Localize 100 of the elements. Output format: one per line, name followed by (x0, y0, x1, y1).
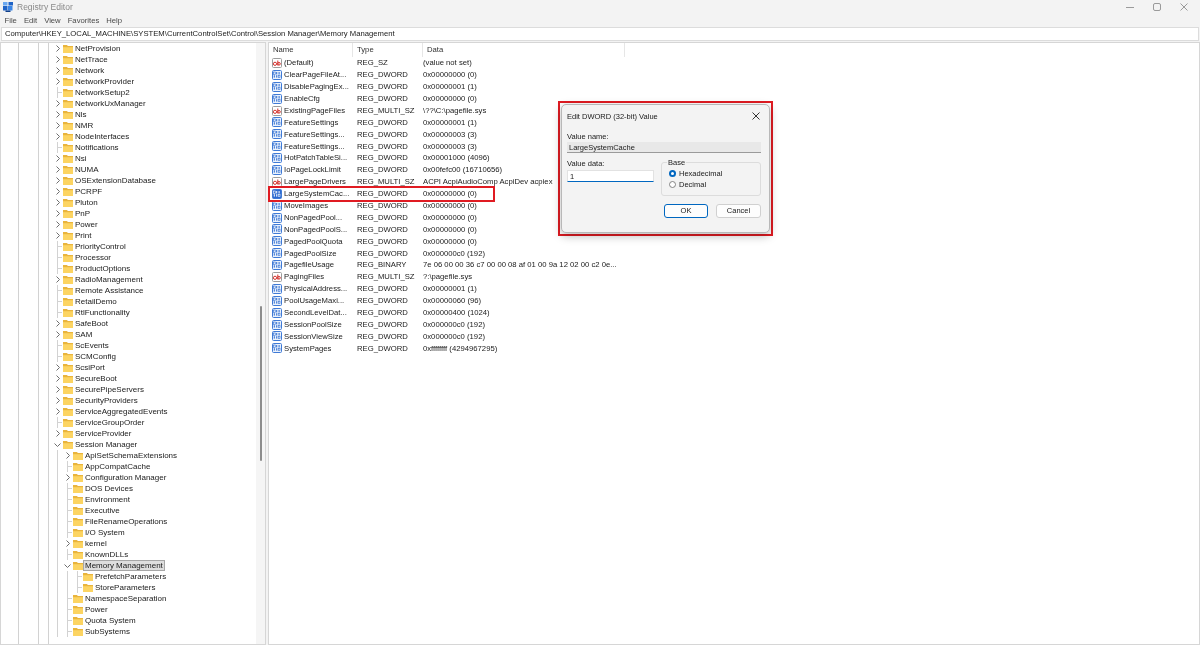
chevron-icon[interactable] (55, 276, 60, 283)
minimize-icon[interactable] (1126, 6, 1134, 8)
tree-item[interactable]: SubSystems (83, 626, 132, 637)
tree-item[interactable]: AppCompatCache (83, 461, 153, 472)
folder-icon (63, 264, 73, 273)
chevron-icon[interactable] (54, 442, 61, 447)
tree-item[interactable]: Print (73, 230, 94, 241)
folder-icon (63, 187, 73, 196)
tree-item[interactable]: ServiceGroupOrder (73, 417, 147, 428)
tree-item[interactable]: NMR (73, 120, 96, 131)
tree-item[interactable]: Processor (73, 252, 113, 263)
tree-item[interactable]: SafeBoot (73, 318, 110, 329)
chevron-icon[interactable] (64, 563, 71, 568)
tree-item[interactable]: Executive (83, 505, 122, 516)
tree-item[interactable]: PCRPF (73, 186, 105, 197)
tree-item[interactable]: ScsiPort (73, 362, 107, 373)
tree-item[interactable]: PrefetchParameters (93, 571, 169, 582)
chevron-icon[interactable] (55, 408, 60, 415)
chevron-icon[interactable] (55, 221, 60, 228)
tree-item[interactable]: Environment (83, 494, 132, 505)
tree-item[interactable]: NetProvision (73, 43, 123, 54)
chevron-icon[interactable] (55, 78, 60, 85)
chevron-icon[interactable] (55, 166, 60, 173)
tree-item[interactable]: Network (73, 65, 107, 76)
tree-item[interactable]: Session Manager (73, 439, 140, 450)
tree-item[interactable]: Configuration Manager (83, 472, 169, 483)
tree-item[interactable]: SecurityProviders (73, 395, 140, 406)
chevron-icon[interactable] (65, 540, 70, 547)
chevron-icon[interactable] (55, 386, 60, 393)
tree-item[interactable]: DOS Devices (83, 483, 135, 494)
chevron-icon[interactable] (55, 67, 60, 74)
folder-icon (63, 297, 73, 306)
tree-item[interactable]: NUMA (73, 164, 101, 175)
chevron-icon[interactable] (55, 375, 60, 382)
tree-item[interactable]: SecureBoot (73, 373, 119, 384)
tree-item[interactable]: FileRenameOperations (83, 516, 170, 527)
tree-item[interactable]: RetailDemo (73, 296, 119, 307)
chevron-icon[interactable] (55, 155, 60, 162)
chevron-icon[interactable] (55, 177, 60, 184)
tree-item[interactable]: PnP (73, 208, 93, 219)
chevron-icon[interactable] (55, 320, 60, 327)
scrollbar-thumb[interactable] (260, 306, 262, 461)
chevron-icon[interactable] (55, 56, 60, 63)
radio-icon[interactable] (669, 181, 676, 188)
chevron-icon[interactable] (55, 188, 60, 195)
tree-item[interactable]: ScEvents (73, 340, 111, 351)
chevron-icon[interactable] (55, 111, 60, 118)
tree-item[interactable]: KnownDLLs (83, 549, 131, 560)
folder-icon (73, 462, 83, 471)
chevron-icon[interactable] (55, 232, 60, 239)
chevron-icon[interactable] (55, 122, 60, 129)
tree-item[interactable]: Quota System (83, 615, 138, 626)
folder-icon (63, 121, 73, 130)
tree-item[interactable]: RtlFunctionality (73, 307, 132, 318)
chevron-icon[interactable] (55, 199, 60, 206)
tree-item[interactable]: NetworkUxManager (73, 98, 148, 109)
tree-item[interactable]: ServiceAggregatedEvents (73, 406, 170, 417)
chevron-icon[interactable] (65, 452, 70, 459)
chevron-icon[interactable] (55, 45, 60, 52)
folder-icon (73, 616, 83, 625)
tree-item[interactable]: Pluton (73, 197, 100, 208)
folder-icon (73, 495, 83, 504)
chevron-icon[interactable] (55, 133, 60, 140)
tree-item[interactable]: ServiceProvider (73, 428, 134, 439)
folder-icon (63, 407, 73, 416)
chevron-icon[interactable] (55, 397, 60, 404)
tree-item[interactable]: Notifications (73, 142, 121, 153)
tree-item[interactable]: SCMConfig (73, 351, 118, 362)
tree-item[interactable]: NetworkSetup2 (73, 87, 132, 98)
chevron-icon[interactable] (55, 210, 60, 217)
tree-item[interactable]: Power (83, 604, 110, 615)
tree-item[interactable]: Remote Assistance (73, 285, 146, 296)
tree-item[interactable]: ApiSetSchemaExtensions (83, 450, 180, 461)
tree-item[interactable]: RadioManagement (73, 274, 145, 285)
chevron-icon[interactable] (55, 100, 60, 107)
tree-item[interactable]: OSExtensionDatabase (73, 175, 158, 186)
tree-item[interactable]: Nls (73, 109, 89, 120)
chevron-icon[interactable] (55, 430, 60, 437)
chevron-icon[interactable] (55, 364, 60, 371)
folder-icon (63, 220, 73, 229)
folder-icon (73, 605, 83, 614)
tree-item[interactable]: NetTrace (73, 54, 110, 65)
tree-item[interactable]: SecurePipeServers (73, 384, 146, 395)
chevron-icon[interactable] (65, 474, 70, 481)
tree-item[interactable]: NetworkProvider (73, 76, 137, 87)
maximize-icon[interactable] (1153, 3, 1161, 11)
scrollbar-track[interactable] (256, 43, 265, 644)
tree-item[interactable]: kernel (83, 538, 109, 549)
close-icon[interactable] (752, 112, 760, 120)
tree-item[interactable]: I/O System (83, 527, 127, 538)
tree-item[interactable]: NodeInterfaces (73, 131, 132, 142)
radio-icon[interactable] (669, 170, 676, 177)
tree-item[interactable]: PriorityControl (73, 241, 128, 252)
tree-item[interactable]: Nsi (73, 153, 89, 164)
tree-item[interactable]: Power (73, 219, 100, 230)
tree-item[interactable]: ProductOptions (73, 263, 133, 274)
chevron-icon[interactable] (55, 331, 60, 338)
tree-item[interactable]: SAM (73, 329, 95, 340)
tree-item[interactable]: NamespaceSeparation (83, 593, 169, 604)
tree-item[interactable]: StoreParameters (93, 582, 158, 593)
